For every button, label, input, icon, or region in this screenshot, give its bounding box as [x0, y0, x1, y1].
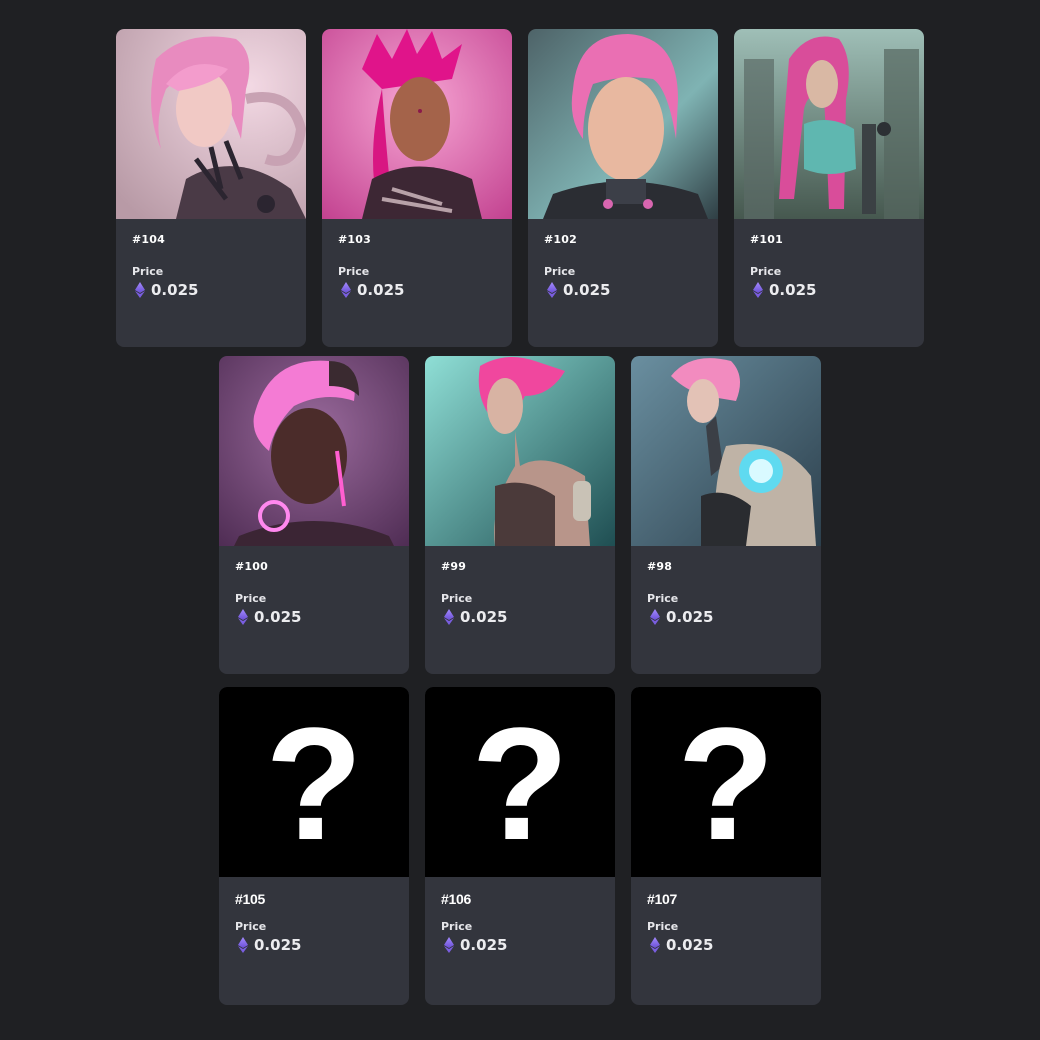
price-value: 0.025: [357, 281, 405, 299]
token-id: #101: [750, 233, 783, 246]
price-label: Price: [235, 920, 267, 933]
nft-grid-row-1: #104 Price 0.025 #103 Price 0.025 #102 P…: [0, 29, 1040, 347]
token-id: #100: [235, 560, 268, 573]
price-value: 0.025: [460, 936, 508, 954]
nft-image-98: [631, 356, 821, 546]
token-id: #107: [647, 891, 677, 907]
nft-card-103[interactable]: #103 Price 0.025: [322, 29, 512, 347]
price-label: Price: [441, 920, 473, 933]
price-value: 0.025: [151, 281, 199, 299]
price-label: Price: [235, 592, 267, 605]
price-label: Price: [441, 592, 473, 605]
ethereum-icon: [238, 937, 248, 953]
nft-card-100[interactable]: #100 Price 0.025: [219, 356, 409, 674]
token-id: #105: [235, 891, 265, 907]
nft-image-102: [528, 29, 718, 219]
nft-card-102[interactable]: #102 Price 0.025: [528, 29, 718, 347]
token-id: #106: [441, 891, 471, 907]
price-label: Price: [647, 592, 679, 605]
price-value: 0.025: [254, 608, 302, 626]
nft-card-104[interactable]: #104 Price 0.025: [116, 29, 306, 347]
price-value: 0.025: [666, 608, 714, 626]
nft-image-101: [734, 29, 924, 219]
nft-image-100: [219, 356, 409, 546]
nft-card-99[interactable]: #99 Price 0.025: [425, 356, 615, 674]
token-id: #103: [338, 233, 371, 246]
nft-card-98[interactable]: #98 Price 0.025: [631, 356, 821, 674]
ethereum-icon: [753, 282, 763, 298]
nft-card-101[interactable]: #101 Price 0.025: [734, 29, 924, 347]
ethereum-icon: [238, 609, 248, 625]
mystery-image-105: ?: [219, 687, 409, 877]
nft-card-106[interactable]: ? #106 Price 0.025: [425, 687, 615, 1005]
ethereum-icon: [547, 282, 557, 298]
ethereum-icon: [341, 282, 351, 298]
price-value: 0.025: [254, 936, 302, 954]
price-label: Price: [338, 265, 370, 278]
nft-card-107[interactable]: ? #107 Price 0.025: [631, 687, 821, 1005]
mystery-image-106: ?: [425, 687, 615, 877]
nft-grid-row-2: #100 Price 0.025 #99 Price 0.025 #98 Pri…: [0, 356, 1040, 674]
question-mark-icon: ?: [471, 694, 569, 873]
nft-image-99: [425, 356, 615, 546]
nft-image-104: [116, 29, 306, 219]
ethereum-icon: [444, 609, 454, 625]
price-value: 0.025: [563, 281, 611, 299]
question-mark-icon: ?: [265, 694, 363, 873]
nft-grid-row-3: ? #105 Price 0.025 ? #106 Price 0.025 ?: [0, 687, 1040, 1005]
price-label: Price: [544, 265, 576, 278]
ethereum-icon: [135, 282, 145, 298]
mystery-image-107: ?: [631, 687, 821, 877]
nft-image-103: [322, 29, 512, 219]
ethereum-icon: [650, 937, 660, 953]
price-value: 0.025: [769, 281, 817, 299]
price-label: Price: [750, 265, 782, 278]
token-id: #98: [647, 560, 673, 573]
price-value: 0.025: [666, 936, 714, 954]
token-id: #99: [441, 560, 467, 573]
price-label: Price: [132, 265, 164, 278]
price-value: 0.025: [460, 608, 508, 626]
ethereum-icon: [444, 937, 454, 953]
token-id: #102: [544, 233, 577, 246]
nft-card-105[interactable]: ? #105 Price 0.025: [219, 687, 409, 1005]
question-mark-icon: ?: [677, 694, 775, 873]
price-label: Price: [647, 920, 679, 933]
ethereum-icon: [650, 609, 660, 625]
token-id: #104: [132, 233, 165, 246]
